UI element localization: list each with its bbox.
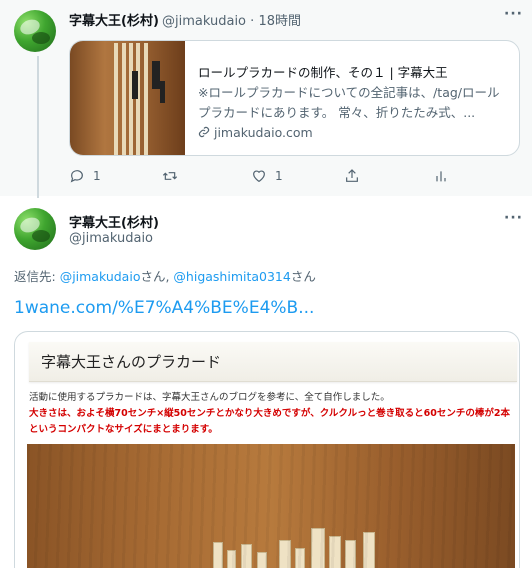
timestamp[interactable]: 18時間 [258,14,301,29]
image-caption-line: 大きさは、およそ横70センチ×縦50センチとかなり大きめですが、クルクルっと巻き… [29,408,510,419]
image-photo [27,444,515,568]
reply-to-label: 返信先: @jimakudaioさん, @higashimita0314さん [14,266,316,285]
avatar[interactable] [14,208,56,250]
retweet-icon [162,172,178,180]
separator: · [250,14,255,29]
tweet-image[interactable]: 字幕大王さんのプラカード 活動に使用するプラカードは、字幕大王さんのブログを参考… [14,331,520,568]
image-caption-line: 活動に使用するプラカードは、字幕大王さんのブログを参考に、全て自作しました。 [29,392,390,403]
analytics-button[interactable] [433,168,449,184]
reply-icon [70,170,83,183]
link-card-body: ロールプラカードの制作、その１ | 字幕大王 ※ロールプラカードについての全記事… [198,63,510,143]
avatar[interactable] [14,10,56,52]
link-icon [198,126,210,138]
display-name[interactable]: 字幕大王(杉村) [69,212,159,231]
image-header: 字幕大王さんのプラカード [29,342,517,382]
like-button[interactable]: 1 [251,168,283,184]
retweet-button[interactable] [162,168,186,184]
mention-link[interactable]: @jimakudaio [60,269,141,284]
link-card-domain: jimakudaio.com [213,125,313,140]
mention-suffix: さん, [140,269,174,284]
link-card-title: ロールプラカードの制作、その１ | 字幕大王 [198,65,448,80]
heart-icon [253,170,265,183]
tweet-handle-time[interactable]: @jimakudaio · 18時間 [162,10,301,29]
more-options-icon[interactable]: ··· [504,6,523,22]
link-card-thumbnail [70,41,185,155]
reply-button[interactable]: 1 [69,168,101,184]
analytics-icon [436,171,446,182]
tweet-link[interactable]: 1wane.com/%E7%A4%BE%E4%B... [14,298,314,318]
more-options-icon[interactable]: ··· [504,210,523,226]
handle[interactable]: @jimakudaio [69,231,153,246]
image-caption-line: というコンパクトなサイズにまとまります。 [29,424,218,435]
reply-count: 1 [93,169,101,183]
mention-suffix: さん [290,269,316,284]
reply-prefix: 返信先: [14,269,60,284]
thread-line [37,56,39,198]
image-header-text: 字幕大王さんのプラカード [41,353,222,371]
share-button[interactable] [344,168,360,184]
link-card-description: ※ロールプラカードについての全記事は、/tag/ロールプラカードにあります。 常… [198,85,500,120]
link-card-domain-row: jimakudaio.com [198,123,510,143]
mention-link[interactable]: @higashimita0314 [173,269,290,284]
display-name[interactable]: 字幕大王(杉村) [69,10,159,29]
link-card[interactable]: ロールプラカードの制作、その１ | 字幕大王 ※ロールプラカードについての全記事… [69,40,520,156]
previous-tweet[interactable]: 字幕大王(杉村) @jimakudaio · 18時間 ··· ロールプラカード… [0,0,532,198]
share-icon [346,169,358,182]
handle: @jimakudaio [162,14,247,29]
image-caption: 活動に使用するプラカードは、字幕大王さんのブログを参考に、全て自作しました。 大… [29,390,517,438]
like-count: 1 [275,169,283,183]
